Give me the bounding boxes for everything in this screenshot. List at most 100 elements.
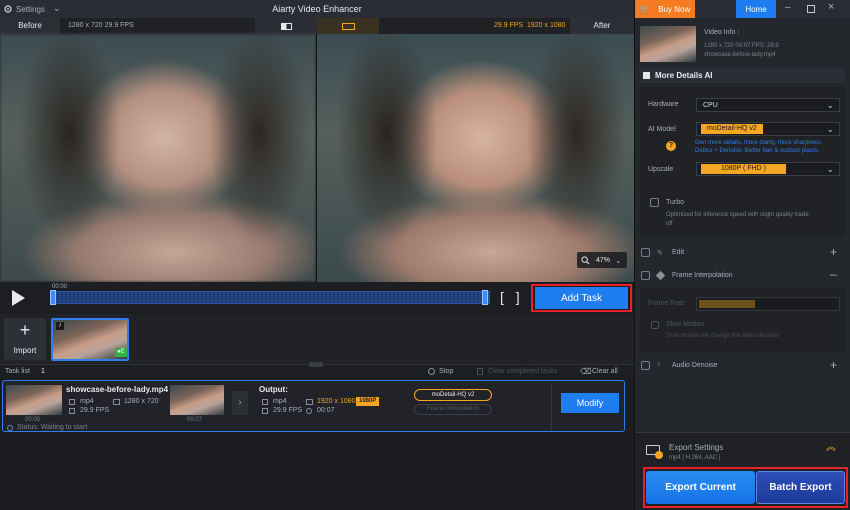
task-thumb-end — [170, 385, 224, 415]
edit-checkbox[interactable] — [641, 248, 650, 257]
hardware-value: CPU — [703, 101, 718, 109]
home-button[interactable]: Home — [736, 0, 776, 18]
task-list: 00:00 showcase-before-lady.mp4 mp4 1280 … — [0, 378, 634, 510]
hardware-dropdown[interactable]: CPU ⌄ — [696, 98, 840, 112]
out-fps: 29.9 FPS — [273, 407, 303, 414]
preview-header: Before 1280 x 720 29.9 FPS 29.9 FPS 1920… — [0, 18, 634, 34]
play-icon[interactable] — [12, 290, 25, 306]
import-button[interactable]: + Import — [4, 318, 46, 360]
task-count: 1 — [41, 368, 45, 375]
audio-denoise-checkbox[interactable] — [641, 361, 650, 370]
out-format: mp4 — [273, 398, 287, 405]
status-icon — [7, 425, 13, 431]
task-list-label: Task list — [5, 368, 30, 375]
task-format: mp4 — [80, 398, 94, 405]
help-icon[interactable]: ? — [666, 141, 676, 151]
task-thumb-start — [6, 385, 62, 415]
ai-section-header: More Details AI — [640, 68, 845, 83]
timeline-end-handle[interactable] — [482, 290, 488, 305]
task-filename: showcase-before-lady.mp4 — [66, 385, 169, 394]
close-icon[interactable]: × — [828, 1, 834, 13]
clear-completed-icon — [477, 368, 483, 375]
after-preview — [317, 34, 634, 282]
frame-interp-section[interactable]: Frame Interpolation – — [640, 267, 845, 284]
video-info-line2: showcase-before-lady.mp4 — [704, 52, 776, 58]
out-duration: 00:07 — [317, 407, 335, 414]
before-label: Before — [0, 18, 60, 34]
modify-button[interactable]: Modify — [561, 393, 619, 413]
batch-export-button[interactable]: Batch Export — [756, 471, 845, 504]
export-current-button[interactable]: Export Current — [646, 471, 755, 504]
info-icon[interactable]: i — [56, 322, 64, 330]
resize-handle[interactable] — [309, 362, 323, 367]
clear-all-button[interactable]: Clear all — [592, 368, 618, 375]
video-info-thumb — [640, 26, 696, 62]
upscale-dropdown[interactable]: 1080P ( FHD ) ⌄ — [696, 162, 840, 176]
ai-section-title: More Details AI — [655, 71, 713, 80]
ai-model-desc: Gen more details, more clarity, more sha… — [695, 140, 823, 154]
timeline-track[interactable] — [50, 291, 490, 304]
zoom-icon — [581, 255, 590, 265]
chevron-right-icon: › — [232, 391, 248, 415]
slow-motion-label: Slow Motion — [666, 321, 705, 328]
title-bar: Settings ⌄ Aiarty Video Enhancer — [0, 0, 634, 18]
zoom-value: 47% — [596, 256, 611, 264]
side-by-side-icon — [341, 22, 355, 30]
before-info: 1280 x 720 29.9 FPS — [68, 22, 134, 29]
stop-icon[interactable] — [428, 368, 435, 375]
out-badge: 1080P — [356, 397, 380, 406]
chevron-down-icon: ⌄ — [826, 164, 834, 174]
side-by-side-button[interactable] — [317, 18, 379, 34]
clear-completed-button[interactable]: Clear completed tasks — [488, 368, 557, 375]
media-thumbnail[interactable]: i ●E — [51, 318, 129, 361]
plus-icon[interactable]: + — [830, 245, 837, 259]
export-panel: Export Settings mp4 [ H.264, AAC ] ︽ Exp… — [635, 432, 850, 510]
slow-motion-desc: Slow motion will change the video durati… — [666, 333, 780, 339]
chevron-down-icon: ⌄ — [615, 255, 622, 265]
edit-section[interactable]: ✎ Edit + — [640, 245, 845, 261]
trim-brackets-icon[interactable]: [ ] — [500, 289, 524, 305]
task-divider — [551, 383, 552, 430]
chevron-up-double-icon[interactable]: ︽ — [826, 443, 836, 453]
turbo-checkbox[interactable] — [650, 198, 659, 207]
audio-denoise-section[interactable]: ♪ Audio Denoise + — [640, 358, 845, 374]
resolution-icon — [306, 399, 313, 405]
ai-model-dropdown[interactable]: moDetail-HQ v2 ⌄ — [696, 122, 840, 136]
video-info-line1: 1280 x 720 00:07 FPS: 29.9 — [704, 43, 779, 49]
maximize-icon[interactable] — [807, 5, 815, 13]
file-icon — [262, 399, 268, 405]
ai-checkbox-icon[interactable] — [643, 72, 650, 79]
frame-rate-value-bar — [699, 300, 755, 308]
chevron-down-icon: ⌄ — [826, 100, 834, 110]
task-resolution: 1280 x 720 — [124, 398, 159, 405]
zoom-control[interactable]: 47% ⌄ — [577, 252, 627, 268]
turbo-desc: Optimized for inference speed with sligh… — [666, 212, 811, 227]
out-res: 1920 x 1080 — [317, 398, 356, 405]
turbo-label: Turbo — [666, 199, 685, 206]
frame-rate-label: Frame Rate — [648, 300, 685, 307]
video-info-title: Video Info : — [704, 29, 740, 36]
task-item[interactable]: 00:00 showcase-before-lady.mp4 mp4 1280 … — [2, 380, 625, 432]
stop-button[interactable]: Stop — [439, 368, 453, 375]
split-view-button[interactable] — [255, 18, 317, 34]
minimize-icon[interactable]: – — [785, 2, 791, 13]
frame-interp-checkbox[interactable] — [641, 271, 650, 280]
slow-motion-checkbox[interactable] — [651, 321, 659, 329]
timeline-start-handle[interactable] — [50, 290, 56, 305]
minus-icon[interactable]: – — [830, 267, 837, 281]
chevron-down-icon: ⌄ — [826, 124, 834, 134]
add-task-button[interactable]: Add Task — [535, 287, 628, 309]
after-fps: 29.9 FPS — [494, 22, 524, 29]
export-settings-sub: mp4 [ H.264, AAC ] — [669, 455, 721, 461]
gear-badge-icon — [655, 451, 663, 459]
clock-icon — [306, 408, 312, 414]
pencil-icon: ✎ — [657, 250, 663, 257]
cart-icon: 🛒 — [639, 3, 651, 14]
plus-icon[interactable]: + — [830, 358, 837, 372]
split-view-icon — [280, 22, 292, 30]
audio-denoise-label: Audio Denoise — [672, 362, 718, 369]
before-preview — [0, 34, 316, 282]
frame-rate-dropdown[interactable] — [696, 297, 840, 311]
playback-bar: 00:00 [ ] Add Task — [0, 282, 634, 314]
buy-now-button[interactable]: 🛒 Buy Now — [635, 0, 695, 18]
